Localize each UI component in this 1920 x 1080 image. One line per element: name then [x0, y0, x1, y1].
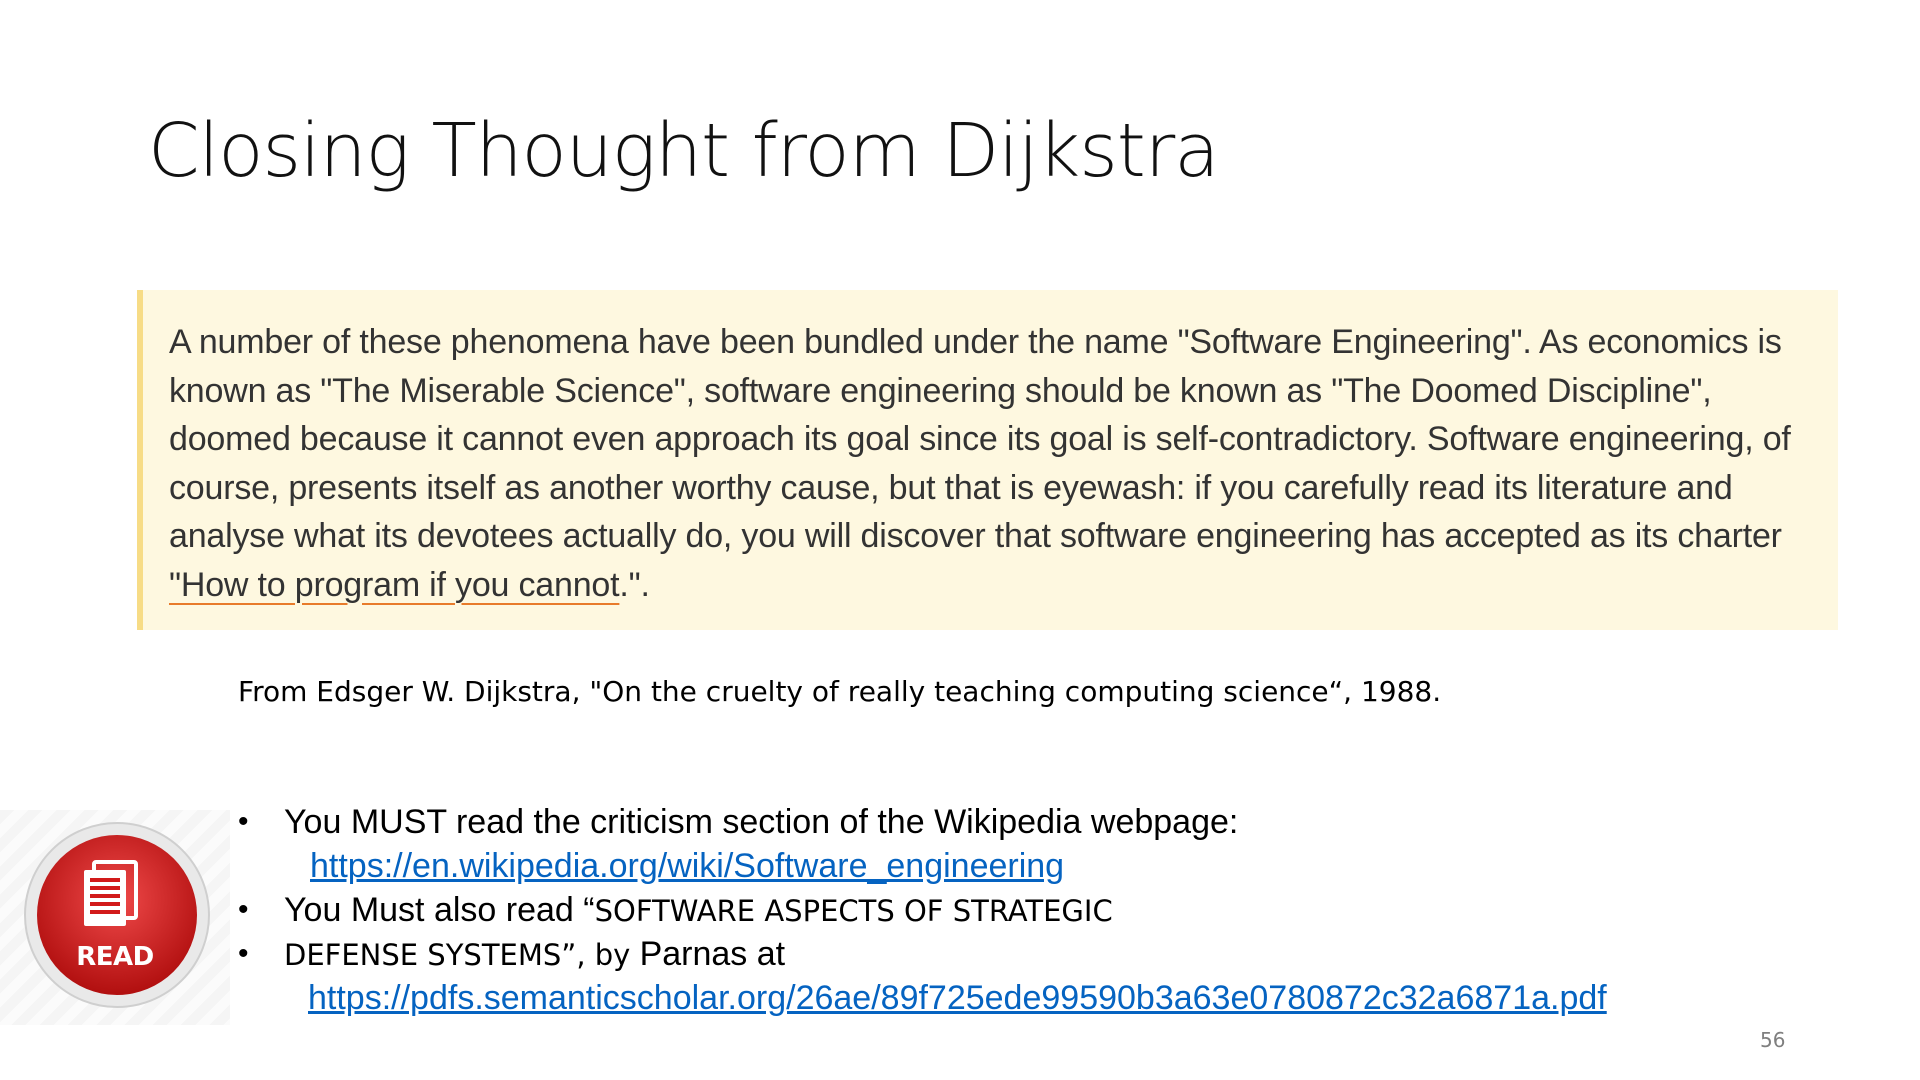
- wikipedia-link[interactable]: https://en.wikipedia.org/wiki/Software_e…: [310, 844, 1064, 888]
- list-item-text: You MUST read the criticism section of t…: [284, 803, 1239, 841]
- bullet-icon: •: [238, 805, 249, 838]
- bullet-icon: •: [238, 893, 249, 926]
- list-item-text-part: DEFENSE SYSTEMS”, by: [284, 938, 640, 972]
- quote-text-main: A number of these phenomena have been bu…: [169, 323, 1791, 555]
- slide: Closing Thought from Dijkstra A number o…: [0, 0, 1920, 1080]
- quote-underlined-phrase: "How to program if you cannot: [169, 565, 620, 604]
- read-badge-label: READ: [76, 942, 154, 972]
- quote-text-end: .".: [619, 565, 650, 604]
- reading-list: • You MUST read the criticism section of…: [238, 800, 1798, 1017]
- quote-attribution: From Edsger W. Dijkstra, "On the cruelty…: [238, 675, 1442, 708]
- quote-box: A number of these phenomena have been bu…: [137, 290, 1838, 630]
- list-item-text: DEFENSE SYSTEMS”, by Parnas at: [284, 932, 785, 977]
- list-item-text-part: You Must also read “: [284, 891, 595, 929]
- list-item-text: You Must also read “SOFTWARE ASPECTS OF …: [284, 888, 1113, 933]
- slide-title: Closing Thought from Dijkstra: [148, 108, 1220, 194]
- quote-text: A number of these phenomena have been bu…: [169, 318, 1814, 609]
- read-badge-graphic: [24, 822, 210, 1008]
- list-item: • You MUST read the criticism section of…: [238, 800, 1798, 844]
- page-number: 56: [1760, 1028, 1786, 1052]
- list-item-text-part: Parnas at: [639, 935, 786, 973]
- list-item-text-part: SOFTWARE ASPECTS OF STRATEGIC: [594, 894, 1113, 928]
- read-badge: READ: [0, 810, 230, 1025]
- semanticscholar-link[interactable]: https://pdfs.semanticscholar.org/26ae/89…: [308, 976, 1607, 1020]
- bullet-icon: •: [238, 937, 249, 970]
